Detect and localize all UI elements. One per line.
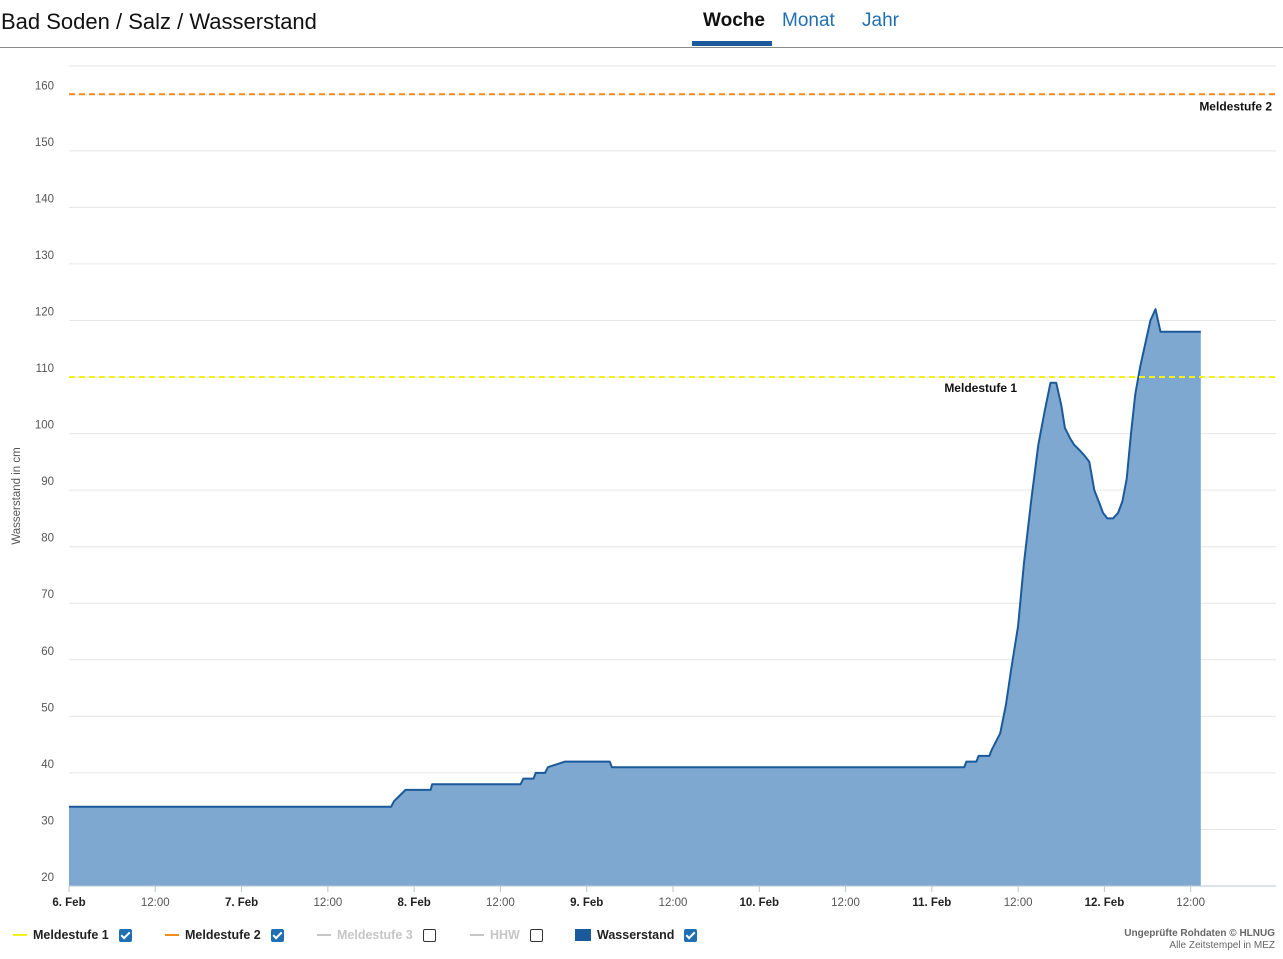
legend-label: HHW [490,928,520,942]
checkbox-meldestufe-1[interactable] [118,928,132,942]
y-tick-label: 120 [35,306,54,318]
x-tick-label: 11. Feb [912,897,951,909]
x-tick-label: 6. Feb [52,897,85,909]
y-axis-title: Wasserstand in cm [11,447,23,544]
legend-item-meldestufe-1[interactable]: Meldestufe 1 [13,924,132,946]
y-tick-label: 50 [41,702,54,714]
y-tick-label: 160 [35,80,54,92]
page-title: Bad Soden / Salz / Wasserstand [1,9,317,34]
y-tick-label: 110 [36,363,54,375]
y-tick-label: 130 [35,250,54,262]
legend-label: Wasserstand [597,928,675,942]
y-tick-label: 70 [41,589,54,601]
checkbox-wasserstand[interactable] [684,928,698,942]
legend-line-icon [470,934,484,936]
wasserstand-area [69,309,1201,886]
water-level-chart: 20 30 40 50 60 70 80 90 100 110 120 130 140 150 160 Was… [11,65,1276,909]
tab-woche[interactable]: Woche [703,10,765,32]
legend-item-wasserstand[interactable]: Wasserstand [575,924,698,946]
y-tick-label: 100 [35,420,54,432]
x-tick-label: 10. Feb [739,897,779,909]
x-tick-label: 9. Feb [570,897,603,909]
chart-legend: Meldestufe 1 Meldestufe 2 Meldestufe 3 H… [0,924,1283,948]
page-header: Bad Soden / Salz / Wasserstand Woche Mon… [0,0,1283,48]
y-tick-label: 90 [41,476,54,488]
legend-item-meldestufe-2[interactable]: Meldestufe 2 [165,924,284,946]
y-tick-label: 20 [41,872,54,884]
tab-jahr[interactable]: Jahr [862,10,899,32]
legend-area-icon [575,929,591,941]
x-tick-label: 12:00 [1176,897,1205,909]
x-tick-label: 7. Feb [225,897,258,909]
x-tick-label: 8. Feb [398,897,431,909]
legend-line-icon [317,934,331,936]
legend-label: Meldestufe 2 [185,928,261,942]
x-tick-label: 12:00 [831,897,860,909]
legend-item-hhw[interactable]: HHW [470,924,543,946]
checkbox-meldestufe-2[interactable] [270,928,284,942]
checkbox-meldestufe-3[interactable] [422,928,436,942]
y-tick-label: 60 [41,646,54,658]
y-tick-label: 40 [41,759,54,771]
active-tab-indicator [692,41,772,46]
legend-line-icon [165,934,179,936]
threshold-label-meldestufe-2: Meldestufe 2 [1199,99,1272,113]
chart-credits: Ungeprüfte Rohdaten © HLNUG Alle Zeitste… [1124,928,1275,952]
tab-monat[interactable]: Monat [782,10,835,32]
legend-label: Meldestufe 1 [33,928,109,942]
x-tick-label: 12. Feb [1085,897,1125,909]
y-tick-label: 30 [41,815,54,827]
legend-item-meldestufe-3[interactable]: Meldestufe 3 [317,924,436,946]
threshold-label-meldestufe-1: Meldestufe 1 [944,381,1017,395]
x-tick-label: 12:00 [486,897,515,909]
x-tick-label: 12:00 [659,897,688,909]
checkbox-hhw[interactable] [529,928,543,942]
credits-timezone: Alle Zeitstempel in MEZ [1169,940,1275,951]
legend-line-icon [13,934,27,936]
y-tick-label: 150 [35,137,54,149]
x-tick-label: 12:00 [1004,897,1033,909]
y-tick-label: 80 [41,533,54,545]
x-tick-label: 12:00 [141,897,170,909]
x-tick-label: 12:00 [313,897,342,909]
credits-source: Ungeprüfte Rohdaten © HLNUG [1124,928,1275,939]
y-tick-label: 140 [35,193,54,205]
legend-label: Meldestufe 3 [337,928,413,942]
